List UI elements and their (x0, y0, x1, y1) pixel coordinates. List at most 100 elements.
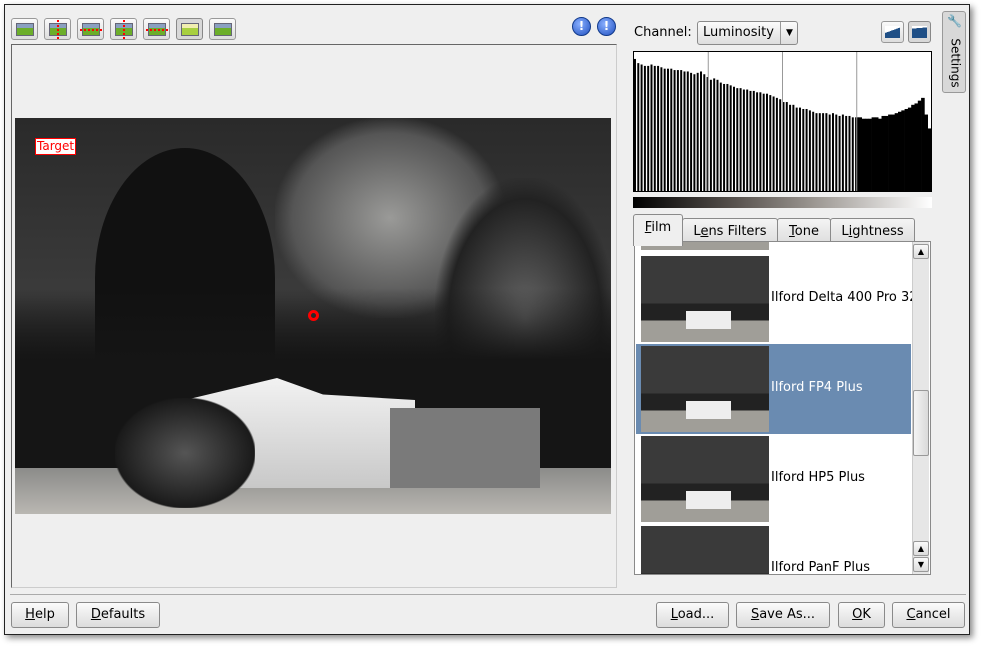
histogram-bar (805, 108, 808, 191)
scroll-up-button[interactable]: ▲ (913, 244, 929, 259)
list-item[interactable]: Ilford HP5 Plus (636, 434, 911, 524)
tab-film[interactable]: Film (633, 214, 683, 246)
wrench-icon: 🔧 (947, 14, 962, 28)
histogram-bar (795, 107, 798, 191)
histogram-bar (808, 110, 811, 191)
histogram-bar (686, 71, 689, 191)
histogram-bar (739, 88, 742, 191)
histogram-bar (772, 96, 775, 191)
scrollbar-thumb[interactable] (913, 390, 929, 456)
histogram (633, 51, 932, 192)
histogram-bar (789, 104, 792, 191)
log-histogram-icon (912, 26, 927, 38)
histogram-bar (894, 113, 899, 191)
list-item-selected[interactable]: Ilford FP4 Plus (636, 344, 911, 434)
settings-side-tab[interactable]: 🔧 Settings (942, 11, 966, 93)
histogram-bar (871, 117, 876, 191)
histogram-bar (746, 89, 749, 191)
histogram-bar (802, 108, 805, 191)
histogram-bar (713, 78, 716, 191)
histogram-bar (726, 83, 729, 191)
histogram-bar (818, 113, 821, 191)
histogram-bar (660, 67, 663, 191)
histogram-bar (874, 117, 879, 191)
defaults-button[interactable]: Defaults (76, 602, 160, 628)
underexposure-indicator-icon[interactable]: ! (572, 17, 591, 36)
histogram-bar (891, 114, 895, 191)
target-label: Target (35, 138, 77, 155)
histogram-bar (775, 97, 778, 191)
histogram-bar (851, 117, 854, 191)
histogram-bar (752, 90, 755, 191)
original-preview-button[interactable] (11, 18, 38, 40)
histogram-bar (700, 71, 702, 191)
histogram-bar (653, 65, 656, 191)
histogram-bar (832, 113, 834, 191)
histogram-bar (785, 102, 788, 191)
log-histogram-button[interactable] (908, 21, 931, 43)
histogram-bar (927, 128, 932, 191)
film-label: Ilford FP4 Plus (771, 380, 863, 395)
linear-histogram-button[interactable] (881, 21, 904, 43)
channel-label: Channel: (634, 25, 692, 40)
histogram-bar (881, 115, 886, 191)
histogram-bar (759, 92, 762, 191)
list-item[interactable]: Ilford Delta 400 Pro 32 (636, 254, 918, 344)
histogram-bar (812, 111, 815, 191)
film-label: Ilford HP5 Plus (771, 470, 865, 485)
preview-image[interactable]: Target (15, 118, 611, 514)
histogram-bar (756, 92, 759, 191)
split-vertical-duplicate-button[interactable] (110, 18, 137, 40)
histogram-bar (917, 100, 922, 191)
channel-value: Luminosity (703, 25, 774, 40)
list-item[interactable]: Ilford PanF Plus (636, 524, 911, 574)
histogram-bar (762, 93, 765, 191)
ok-button[interactable]: OK (838, 602, 885, 628)
histogram-bar (657, 65, 660, 191)
histogram-bar (766, 93, 768, 191)
split-horizontal-button[interactable] (77, 18, 104, 40)
histogram-bar (729, 85, 732, 191)
overexposure-indicator-icon[interactable]: ! (597, 17, 616, 36)
histogram-bar (911, 104, 915, 191)
histogram-bar (683, 71, 686, 191)
settings-tab-label: Settings (948, 38, 963, 88)
histogram-bar (667, 68, 669, 191)
histogram-bar (634, 58, 636, 192)
histogram-bar (703, 74, 706, 191)
target-preview-button[interactable] (176, 18, 203, 40)
histogram-bar (914, 103, 919, 191)
mouse-over-button[interactable] (209, 18, 236, 40)
film-list[interactable]: Ilford Delta 400 Pro 32 Ilford FP4 Plus … (634, 241, 931, 575)
histogram-bar (769, 95, 772, 191)
histogram-bar (670, 68, 673, 191)
histogram-bar (640, 64, 643, 191)
histogram-bar (845, 115, 848, 191)
histogram-bar (673, 70, 676, 191)
channel-select[interactable]: Luminosity ▼ (697, 21, 798, 45)
scroll-up-button-bottom[interactable]: ▲ (913, 541, 929, 556)
cancel-button[interactable]: Cancel (892, 602, 965, 628)
histogram-bar (888, 114, 892, 191)
list-scrollbar[interactable]: ▲ ▲ ▼ (912, 242, 929, 574)
load-button[interactable]: Load... (656, 602, 729, 628)
histogram-bar (676, 70, 679, 191)
cursor-over-image-icon (214, 23, 232, 36)
histogram-bar (709, 79, 712, 191)
histogram-bar (861, 118, 866, 191)
histogram-bar (749, 90, 752, 191)
target-point-marker[interactable] (308, 310, 319, 321)
split-vertical-button[interactable] (44, 18, 71, 40)
film-thumbnail (641, 436, 769, 522)
histogram-bar (868, 118, 872, 191)
luminosity-gradient-bar (633, 197, 932, 208)
help-button[interactable]: Help (11, 602, 69, 628)
separator (10, 594, 966, 595)
histogram-bar (650, 64, 653, 191)
split-horizontal-duplicate-button[interactable] (143, 18, 170, 40)
histogram-bar (822, 113, 825, 191)
save-as-button[interactable]: Save As... (736, 602, 830, 628)
scroll-down-button[interactable]: ▼ (913, 557, 929, 572)
histogram-bar (663, 68, 666, 191)
histogram-bar (696, 72, 699, 191)
